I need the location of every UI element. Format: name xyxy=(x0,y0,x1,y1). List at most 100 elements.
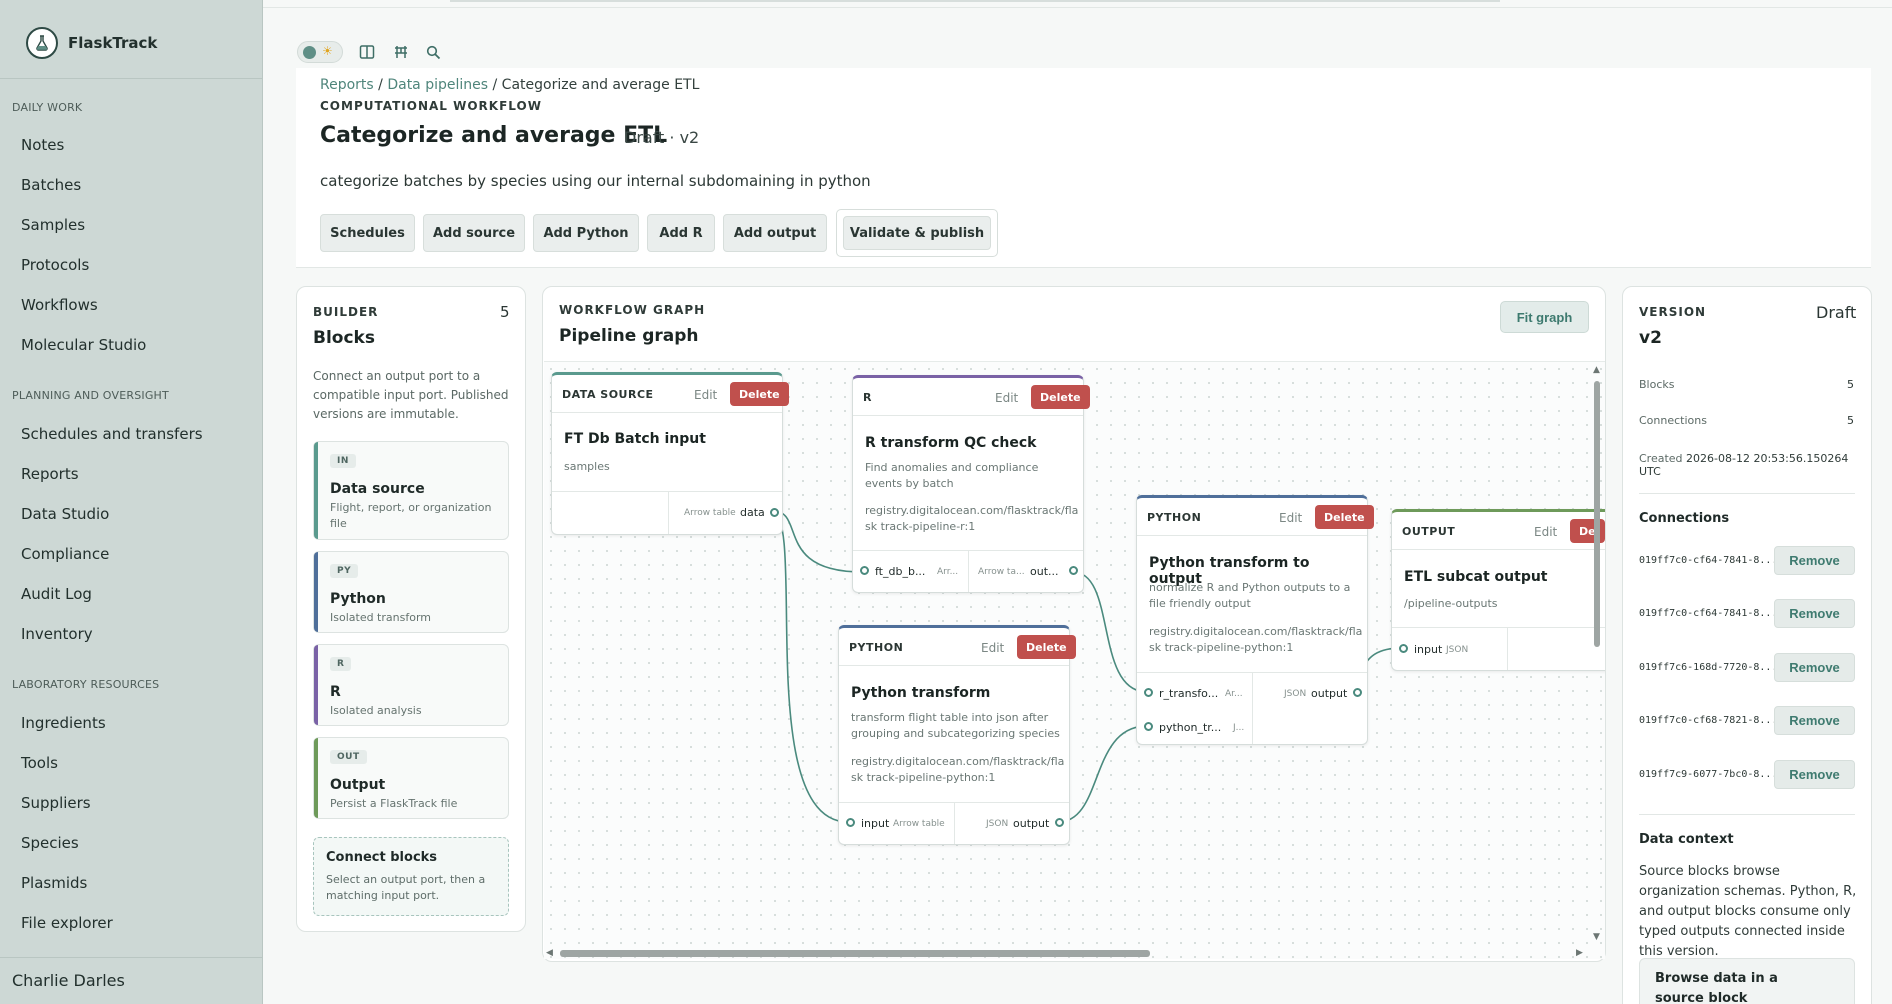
input-port[interactable] xyxy=(1144,722,1153,731)
delete-button[interactable]: Delete xyxy=(1017,635,1076,659)
port-type: JSON xyxy=(1284,689,1307,699)
vertical-scroll-thumb[interactable] xyxy=(1594,381,1600,647)
node-header: OUTPUT Edit De xyxy=(1392,512,1605,550)
port-label: input xyxy=(1414,643,1443,656)
sidebar-item-suppliers[interactable]: Suppliers xyxy=(21,794,91,812)
stat-connections-label: Connections xyxy=(1639,414,1707,427)
sidebar-item-inventory[interactable]: Inventory xyxy=(21,625,93,643)
edit-button[interactable]: Edit xyxy=(1279,511,1302,525)
sidebar-item-data-studio[interactable]: Data Studio xyxy=(21,505,109,523)
breadcrumb: Reports / Data pipelines / Categorize an… xyxy=(320,77,699,93)
input-port[interactable] xyxy=(1399,644,1408,653)
remove-connection-button[interactable]: Remove xyxy=(1774,599,1855,628)
sidebar-item-notes[interactable]: Notes xyxy=(21,136,64,154)
node-header: R Edit Delete xyxy=(853,378,1090,416)
palette-r[interactable]: R R Isolated analysis xyxy=(313,644,509,726)
add-source-button[interactable]: Add source xyxy=(423,214,525,252)
palette-python[interactable]: PY Python Isolated transform xyxy=(313,551,509,633)
input-port[interactable] xyxy=(846,818,855,827)
stat-connections-value: 5 xyxy=(1847,414,1854,427)
fit-graph-button[interactable]: Fit graph xyxy=(1500,301,1589,333)
schedules-button[interactable]: Schedules xyxy=(320,214,415,252)
node-output[interactable]: OUTPUT Edit De ETL subcat output /pipeli… xyxy=(1391,509,1605,671)
scroll-right-icon[interactable]: ▶ xyxy=(1576,948,1583,958)
remove-connection-button[interactable]: Remove xyxy=(1774,653,1855,682)
sidebar-item-schedules[interactable]: Schedules and transfers xyxy=(21,425,203,443)
add-python-button[interactable]: Add Python xyxy=(533,214,639,252)
node-desc: samples xyxy=(564,460,610,473)
breadcrumb-current: Categorize and average ETL xyxy=(501,77,700,93)
connection-id: 019ff7c0-cf64-7841-8... xyxy=(1639,608,1778,619)
sidebar-item-file-explorer[interactable]: File explorer xyxy=(21,914,113,932)
palette-output[interactable]: OUT Output Persist a FlaskTrack file xyxy=(313,737,509,819)
browse-data-label: Browse data in a source block xyxy=(1655,971,1778,1004)
sidebar-item-tools[interactable]: Tools xyxy=(21,754,58,772)
node-python-transform[interactable]: PYTHON Edit Delete Python transform tran… xyxy=(838,625,1076,845)
sidebar-item-audit-log[interactable]: Audit Log xyxy=(21,585,92,603)
node-r-transform[interactable]: R Edit Delete R transform QC check Find … xyxy=(852,375,1090,593)
scroll-up-icon[interactable]: ▲ xyxy=(1593,365,1600,375)
validate-publish-button[interactable]: Validate & publish xyxy=(843,216,991,250)
sidebar-item-species[interactable]: Species xyxy=(21,834,79,852)
breadcrumb-data-pipelines[interactable]: Data pipelines xyxy=(387,77,488,93)
output-port[interactable] xyxy=(770,508,779,517)
brand-name: FlaskTrack xyxy=(68,34,158,52)
palette-name: Data source xyxy=(330,481,425,497)
topbar-divider xyxy=(263,7,1892,8)
remove-connection-button[interactable]: Remove xyxy=(1774,706,1855,735)
port-divider xyxy=(1252,673,1253,744)
port-type: JSON xyxy=(1446,645,1469,655)
output-port[interactable] xyxy=(1055,818,1064,827)
edit-button[interactable]: Edit xyxy=(981,641,1004,655)
sidebar-item-ingredients[interactable]: Ingredients xyxy=(21,714,106,732)
graph-canvas[interactable]: DATA SOURCE Edit Delete FT Db Batch inpu… xyxy=(544,361,1605,959)
output-port[interactable] xyxy=(1353,688,1362,697)
sidebar-item-reports[interactable]: Reports xyxy=(21,465,79,483)
delete-button[interactable]: Delete xyxy=(1315,505,1374,529)
scroll-left-icon[interactable]: ◀ xyxy=(546,948,553,958)
toggle-knob xyxy=(303,46,316,59)
theme-toggle[interactable]: ☀ xyxy=(297,41,343,63)
sidebar-item-batches[interactable]: Batches xyxy=(21,176,81,194)
port-type: JSON xyxy=(986,819,1009,829)
palette-data-source[interactable]: IN Data source Flight, report, or organi… xyxy=(313,441,509,540)
search-icon[interactable] xyxy=(422,41,444,63)
breadcrumb-reports[interactable]: Reports xyxy=(320,77,374,93)
sidebar-item-workflows[interactable]: Workflows xyxy=(21,296,98,314)
user-divider xyxy=(0,957,263,958)
scroll-down-icon[interactable]: ▼ xyxy=(1593,932,1600,942)
node-data-source[interactable]: DATA SOURCE Edit Delete FT Db Batch inpu… xyxy=(551,372,789,535)
delete-button[interactable]: Delete xyxy=(730,382,789,406)
edit-button[interactable]: Edit xyxy=(995,391,1018,405)
user-name[interactable]: Charlie Darles xyxy=(12,971,125,990)
output-port[interactable] xyxy=(1069,566,1078,575)
remove-connection-button[interactable]: Remove xyxy=(1774,760,1855,789)
remove-connection-button[interactable]: Remove xyxy=(1774,546,1855,575)
input-port[interactable] xyxy=(860,566,869,575)
node-desc: transform flight table into json after g… xyxy=(851,711,1060,740)
connection-id: 019ff7c0-cf68-7821-8... xyxy=(1639,715,1778,726)
bench-icon[interactable] xyxy=(390,41,412,63)
edit-button[interactable]: Edit xyxy=(1534,525,1557,539)
sidebar-item-compliance[interactable]: Compliance xyxy=(21,545,109,563)
builder-eyebrow: BUILDER xyxy=(313,305,379,319)
sidebar-item-samples[interactable]: Samples xyxy=(21,216,85,234)
add-r-button[interactable]: Add R xyxy=(647,214,715,252)
data-context-title: Data context xyxy=(1639,832,1734,847)
node-ports: Arrow table data xyxy=(552,491,782,534)
horizontal-scroll-thumb[interactable] xyxy=(560,950,1150,957)
delete-button[interactable]: Delete xyxy=(1031,385,1090,409)
port-label: input xyxy=(861,817,890,830)
edit-button[interactable]: Edit xyxy=(694,388,717,402)
port-label: output xyxy=(1013,817,1050,830)
input-port[interactable] xyxy=(1144,688,1153,697)
browse-data-button[interactable]: Browse data in a source block xyxy=(1639,958,1855,1004)
sidebar-item-plasmids[interactable]: Plasmids xyxy=(21,874,87,892)
sidebar-item-protocols[interactable]: Protocols xyxy=(21,256,89,274)
stat-blocks-label: Blocks xyxy=(1639,378,1675,391)
brand[interactable]: FlaskTrack xyxy=(26,26,157,60)
sidebar-item-molecular-studio[interactable]: Molecular Studio xyxy=(21,336,146,354)
node-python-to-output[interactable]: PYTHON Edit Delete Python transform to o… xyxy=(1136,495,1374,745)
split-view-icon[interactable] xyxy=(356,41,378,63)
add-output-button[interactable]: Add output xyxy=(723,214,827,252)
